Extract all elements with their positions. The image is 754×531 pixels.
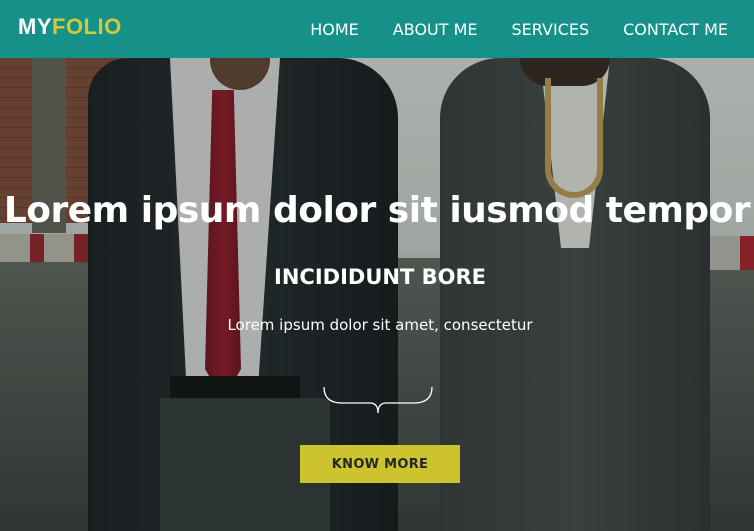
main-nav: HOME ABOUT ME SERVICES CONTACT ME [310,20,728,39]
logo[interactable]: MYFOLIO [18,14,122,40]
nav-home[interactable]: HOME [310,20,359,39]
hero-headline: Lorem ipsum dolor sit iusmod tempor [3,190,751,231]
know-more-button[interactable]: KNOW MORE [300,445,460,483]
logo-part-folio: FOLIO [52,14,122,39]
logo-part-my: MY [18,14,52,39]
navbar: MYFOLIO HOME ABOUT ME SERVICES CONTACT M… [0,0,754,58]
hero-tagline: Lorem ipsum dolor sit amet, consectetur [227,316,533,334]
curly-brace-icon [323,386,433,414]
nav-contact-me[interactable]: CONTACT ME [623,20,728,39]
nav-services[interactable]: SERVICES [512,20,590,39]
nav-about-me[interactable]: ABOUT ME [393,20,478,39]
hero-subheadline: INCIDIDUNT BORE [274,265,486,289]
